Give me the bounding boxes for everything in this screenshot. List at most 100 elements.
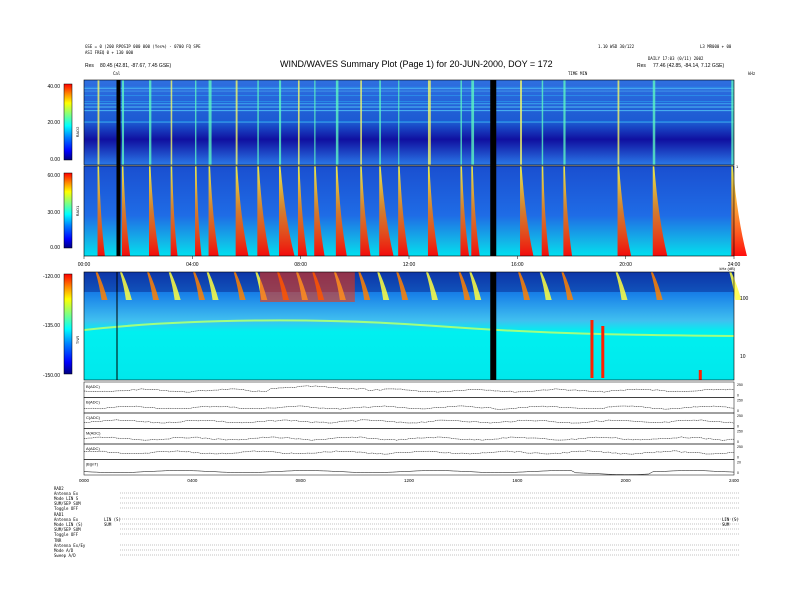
tnr-spike [601,326,605,378]
param-label: M(ADC) [86,431,101,436]
param-frame [83,443,735,460]
param-label: C(ADC) [86,415,101,420]
rad2-burst [235,80,238,165]
param-label: B(ADC) [86,384,100,389]
param-trace [83,470,735,475]
rad2-burst [520,80,522,165]
tnr-tick-0: -120.00 [43,274,60,280]
rad2-burst [335,80,339,165]
rad2-burst [195,80,197,165]
param-scale-top: 250 [737,414,743,418]
param-scale-top: 250 [737,430,743,434]
rad2-freq-right: 1 [736,164,739,169]
param-frame [83,381,735,398]
tnr-top-right: kHz (dB) [719,266,735,271]
rad2-burst [297,80,300,165]
param-scale-top: 20 [737,461,741,465]
rad1-tick-1: 30.00 [47,210,60,216]
rad2-burst [279,80,282,165]
rad2-burst [398,80,400,165]
bottom-time-tick-label: 1200 [404,478,415,483]
footer-rad1-row3: Toggle OFF [54,532,78,537]
rad1-colorbar [63,172,73,249]
footer-rad2-row3-val: OFF [70,506,79,511]
tnr-label: TNR [75,336,80,344]
param-scale-bottom: 0 [737,394,739,398]
param-trace [83,385,735,393]
rad2-label: RAD2 [75,126,80,137]
rad1-burst [731,166,747,256]
rad2-burst [731,80,734,165]
data-gap [490,80,497,256]
time-tick-label: 12:00 [403,262,416,268]
footer-tnr-row2-key: Sweep [54,553,67,558]
rad2-burst [427,80,431,165]
rad1-tick-2: 0.00 [50,245,60,251]
rad2-burst [460,80,462,165]
tnr-spike [698,370,702,380]
param-scale-bottom: 0 [737,409,739,413]
param-frame [83,412,735,429]
param-frame [83,397,735,414]
rad2-burst [360,80,362,165]
time-tick-label: 04:00 [186,262,199,268]
footer-rad2-row3-key: Toggle [54,506,69,511]
footer-rad1-row3-key: Toggle [54,532,69,537]
time-tick-label: 20:00 [619,262,632,268]
bottom-time-axis: 0000 0400 0800 1200 1600 2000 2400 [79,478,740,483]
param-trace [83,450,735,455]
rad2-tick-2: 0.00 [50,157,60,163]
footer-tnr-row2-val: A/D [68,553,76,558]
footer-rad1-row3-val: OFF [70,532,79,537]
param-scale-bottom: 0 [737,425,739,429]
bottom-time-tick-label: 1600 [512,478,523,483]
rad2-burst [97,80,100,165]
tnr-tick-2: -150.00 [43,373,60,379]
footer-rad1-right2: SUM [722,522,730,527]
data-gap [490,272,497,380]
tnr-colorbar [63,273,73,375]
param-trace [83,436,734,441]
param-trace [83,419,735,424]
footer-rad1-mid2: SUM [104,522,112,527]
data-gap [116,80,121,256]
footer-tnr-row0-val: Ex/Ey [73,543,86,548]
param-scale-top: 250 [737,383,743,387]
bottom-time-tick-label: 0000 [79,478,90,483]
param-scale-bottom: 0 [737,440,739,444]
rad2-burst [652,80,656,165]
param-label: A(ADC) [86,446,100,451]
footer-tnr-row2: Sweep A/D [54,553,76,558]
param-scale-top: 250 [737,445,743,449]
param-trace [83,405,735,410]
rad2-burst [121,80,125,165]
param-frame [83,428,735,445]
tnr-spike [590,320,594,378]
rad1-spectrogram [84,166,734,256]
bottom-time-tick-label: 0800 [296,478,307,483]
data-gap [116,272,118,380]
bottom-time-tick-label: 0400 [187,478,198,483]
rad2-burst [379,80,381,165]
param-frame [83,459,735,476]
tnr-right-tick-1: 10 [740,354,746,360]
param-label: B(ADC) [86,400,100,405]
param-scale-bottom: 0 [737,456,739,460]
time-tick-label: 08:00 [294,262,307,268]
rad2-burst [208,80,212,165]
bottom-time-tick-label: 2000 [621,478,632,483]
parameter-traces: B(ADC) 2500B(ADC) 2500C(ADC) 2500M(ADC) 2500… [83,381,743,476]
tnr-upper-band [84,272,734,292]
rad1-tick-0: 60.00 [47,173,60,179]
time-tick-label: 00:00 [78,262,91,268]
tnr-tick-1: -135.00 [43,323,60,329]
bottom-time-tick-label: 2400 [729,478,740,483]
rad2-burst [471,80,475,165]
rad2-spectrogram [84,80,734,165]
time-axis: 00:00 04:00 08:00 12:00 16:00 20:00 24:00 [78,256,740,268]
rad2-burst [617,80,620,165]
rad2-burst [149,80,152,165]
rad2-burst [257,80,259,165]
rad2-colorbar [63,83,73,161]
footer-rad2-row3: Toggle OFF [54,506,78,511]
